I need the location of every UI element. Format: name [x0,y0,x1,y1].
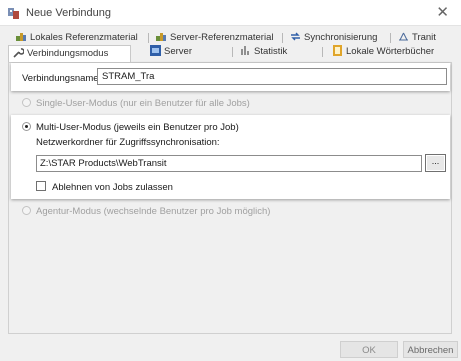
tab-strip: Lokales Referenzmaterial Server-Referenz… [0,27,461,62]
window-title: Neue Verbindung [26,7,112,19]
network-folder-input[interactable]: Z:\STAR Products\WebTransit [36,155,422,172]
tab-connection-mode[interactable]: Verbindungsmodus [8,45,132,62]
single-user-mode-option: Single-User-Modus (nur ein Benutzer für … [22,98,250,109]
multi-user-mode-label: Multi-User-Modus (jeweils ein Benutzer p… [36,122,239,133]
single-user-mode-radio [22,98,31,107]
tab-label: Server [164,46,192,57]
tab-statistics[interactable]: Statistik [240,45,287,59]
transit-icon [399,32,408,41]
tab-label: Lokale Wörterbücher [346,46,435,57]
browse-button[interactable]: ... [425,154,446,172]
tab-label: Synchronisierung [304,32,378,43]
reject-jobs-checkbox[interactable] [36,181,46,191]
sync-icon [291,32,300,41]
multi-user-mode-option[interactable]: Multi-User-Modus (jeweils ein Benutzer p… [22,122,239,133]
agency-mode-radio [22,206,31,215]
server-icon [150,45,161,56]
tab-separator [322,47,323,57]
wrench-icon [13,48,24,58]
tab-label: Statistik [254,46,288,57]
multi-user-mode-radio[interactable] [22,122,31,131]
tab-separator [390,33,391,43]
connection-name-label: Verbindungsname: [22,73,102,84]
tab-local-dictionaries[interactable]: Lokale Wörterbücher [332,45,434,59]
single-user-mode-label: Single-User-Modus (nur ein Benutzer für … [36,98,250,109]
tab-separator [282,33,283,43]
agency-mode-label: Agentur-Modus (wechselnde Benutzer pro J… [36,206,271,217]
tab-label: Tranit [412,32,436,43]
tab-local-reference[interactable]: Lokales Referenzmaterial [16,31,138,45]
multi-user-mode-box: Multi-User-Modus (jeweils ein Benutzer p… [11,115,450,199]
tab-synchronization[interactable]: Synchronisierung [290,31,377,45]
connection-name-input[interactable]: STRAM_Tra [97,68,447,85]
app-icon [8,8,19,19]
reject-jobs-option[interactable]: Ablehnen von Jobs zulassen [36,181,173,193]
tab-label: Verbindungsmodus [27,48,109,59]
agency-mode-option: Agentur-Modus (wechselnde Benutzer pro J… [22,206,270,217]
network-folder-label: Netzwerkordner für Zugriffssynchronisati… [36,137,220,148]
reference-icon [156,33,166,41]
dictionary-icon [333,45,342,56]
tab-separator [148,33,149,43]
tab-transit[interactable]: Tranit [398,31,436,45]
reference-icon [16,33,26,41]
tab-server-reference[interactable]: Server-Referenzmaterial [156,31,273,45]
statistics-icon [241,46,249,55]
tab-server[interactable]: Server [150,45,192,59]
ok-button[interactable]: OK [340,341,398,358]
tab-label: Lokales Referenzmaterial [30,32,138,43]
tab-separator [232,47,233,57]
tab-label: Server-Referenzmaterial [170,32,274,43]
connection-name-box: Verbindungsname: STRAM_Tra [11,63,450,91]
cancel-button[interactable]: Abbrechen [403,341,458,358]
title-bar: Neue Verbindung ✕ [0,0,461,26]
reject-jobs-label: Ablehnen von Jobs zulassen [52,182,173,193]
close-icon[interactable]: ✕ [436,3,449,21]
